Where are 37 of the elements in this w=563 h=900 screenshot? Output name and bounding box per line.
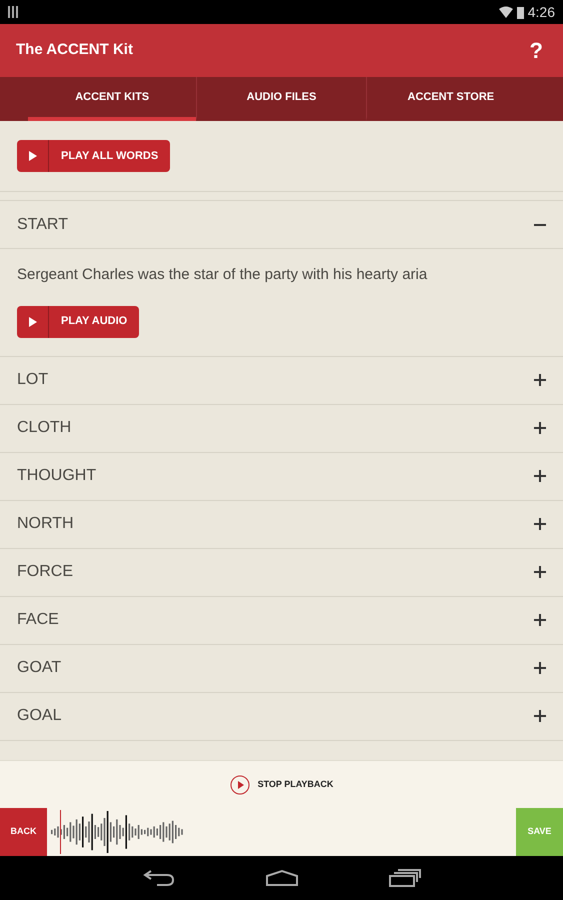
plus-icon: [534, 470, 546, 482]
plus-icon: [534, 614, 546, 626]
section-header[interactable]: LOT: [0, 356, 563, 404]
section-header[interactable]: GOAL: [0, 692, 563, 740]
section-header[interactable]: FACE: [0, 596, 563, 644]
battery-icon: [516, 6, 524, 18]
play-icon: [230, 774, 250, 794]
section-header[interactable]: START: [0, 201, 563, 248]
section-header[interactable]: FORCE: [0, 548, 563, 596]
section-header[interactable]: THOUGHT: [0, 452, 563, 500]
plus-icon: [534, 566, 546, 578]
section-header[interactable]: CLOTH: [0, 404, 563, 452]
bars-icon: [8, 6, 18, 18]
plus-icon: [534, 422, 546, 434]
back-button[interactable]: BACK: [0, 808, 47, 856]
clock: 4:26: [528, 2, 555, 22]
plus-icon: [534, 710, 546, 722]
wifi-icon: [498, 6, 513, 18]
tab[interactable]: ACCENT KITS: [28, 77, 196, 121]
app-title: The ACCENT Kit: [16, 40, 133, 60]
home-icon[interactable]: [264, 869, 298, 887]
play-audio-button[interactable]: PLAY AUDIO: [17, 306, 140, 338]
back-icon[interactable]: [142, 869, 174, 887]
plus-icon: [534, 374, 546, 386]
plus-icon: [534, 518, 546, 530]
stop-playback-button[interactable]: STOP PLAYBACK: [230, 774, 334, 794]
recent-apps-icon[interactable]: [388, 869, 420, 887]
sentence: Sergeant Charles was the star of the party with his hearty aria: [17, 265, 428, 285]
play-icon: [28, 316, 36, 326]
section-header[interactable]: NORTH: [0, 500, 563, 548]
tab[interactable]: AUDIO FILES: [196, 77, 366, 121]
plus-icon: [534, 662, 546, 674]
help-button[interactable]: ?: [526, 34, 547, 67]
play-icon: [28, 151, 36, 161]
play-all-button[interactable]: PLAY ALL WORDS: [17, 140, 170, 172]
tab[interactable]: ACCENT STORE: [366, 77, 535, 121]
section-header[interactable]: GOAT: [0, 644, 563, 692]
